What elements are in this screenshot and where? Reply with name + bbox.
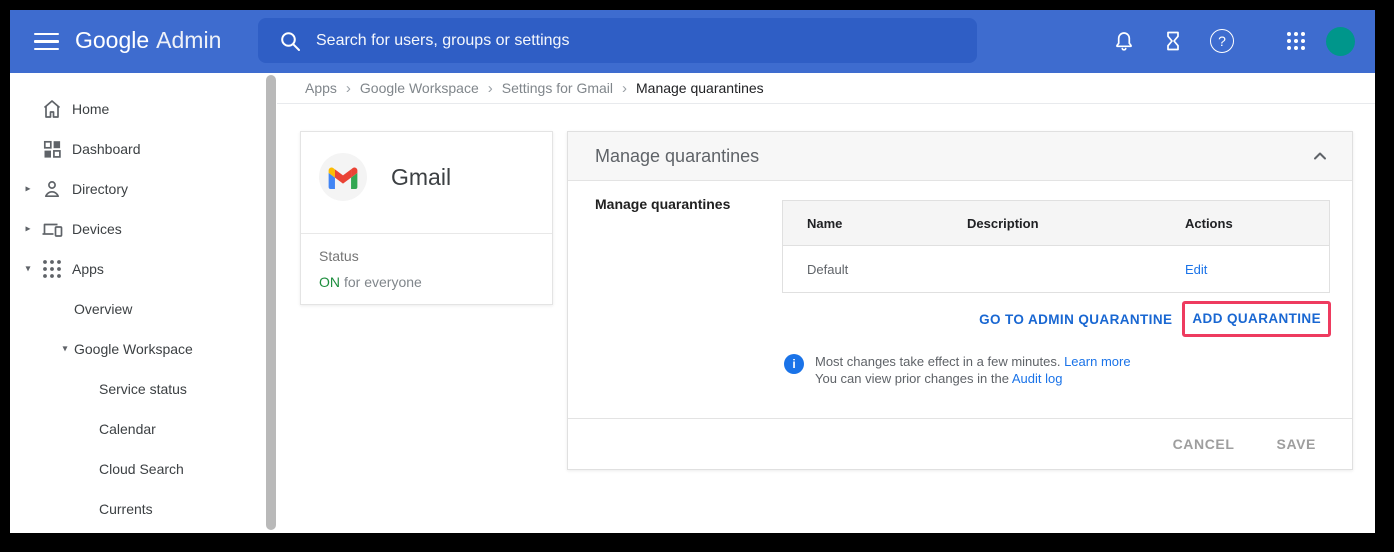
- sidebar-nav: Home Dashboard ▸ Directory ▸ Devices: [10, 73, 266, 533]
- card-divider: [301, 233, 552, 234]
- info-text: Most changes take effect in a few minute…: [815, 353, 1131, 387]
- status-on-badge: ON: [319, 274, 340, 290]
- tasks-hourglass-icon[interactable]: [1161, 29, 1185, 53]
- breadcrumb: Apps › Google Workspace › Settings for G…: [277, 73, 1375, 104]
- section-label: Manage quarantines: [595, 196, 730, 212]
- gmail-logo-icon: [319, 153, 367, 201]
- chevron-up-icon[interactable]: [1308, 144, 1332, 168]
- info-glyph: i: [792, 357, 795, 371]
- breadcrumb-current: Manage quarantines: [636, 80, 764, 96]
- panel-header[interactable]: Manage quarantines: [568, 132, 1352, 181]
- table-header-row: Name Description Actions: [783, 201, 1329, 246]
- info-line1: Most changes take effect in a few minute…: [815, 354, 1060, 369]
- sidebar-item-devices[interactable]: ▸ Devices: [10, 209, 266, 249]
- info-note: i Most changes take effect in a few minu…: [784, 353, 1131, 387]
- scrollbar-thumb[interactable]: [266, 75, 276, 530]
- sidebar-item-label: Home: [72, 101, 109, 117]
- sidebar-item-label: Service status: [99, 381, 187, 397]
- chevron-down-icon[interactable]: ▾: [59, 344, 71, 355]
- panel-body: Manage quarantines Name Description Acti…: [568, 181, 1352, 418]
- manage-quarantines-panel: Manage quarantines Manage quarantines Na…: [567, 131, 1353, 470]
- topbar: Google Admin ?: [10, 10, 1375, 73]
- sidebar-item-calendar[interactable]: Calendar: [10, 409, 266, 449]
- panel-title: Manage quarantines: [595, 146, 1308, 167]
- chevron-right-icon[interactable]: ▸: [22, 224, 34, 235]
- chevron-right-icon[interactable]: ▸: [22, 184, 34, 195]
- breadcrumb-settings-for-gmail[interactable]: Settings for Gmail: [502, 80, 613, 96]
- apps-grid-icon[interactable]: [1284, 29, 1308, 53]
- admin-console-window: Google Admin ? Home: [10, 10, 1375, 533]
- sidebar-item-label: Apps: [72, 261, 104, 277]
- home-icon: [40, 97, 64, 121]
- cancel-button[interactable]: CANCEL: [1173, 436, 1235, 452]
- chevron-right-icon: ›: [622, 80, 627, 97]
- help-glyph: ?: [1218, 33, 1226, 49]
- breadcrumb-apps[interactable]: Apps: [305, 80, 337, 96]
- panel-footer: CANCEL SAVE: [568, 418, 1352, 469]
- sidebar-item-label: Dashboard: [72, 141, 141, 157]
- status-label: Status: [319, 248, 359, 264]
- save-button[interactable]: SAVE: [1277, 436, 1317, 452]
- sidebar-item-google-workspace[interactable]: ▾ Google Workspace: [10, 329, 266, 369]
- chevron-right-icon: ›: [346, 80, 351, 97]
- gmail-service-card[interactable]: Gmail Status ONfor everyone: [300, 131, 553, 305]
- sidebar-item-label: Currents: [99, 501, 153, 517]
- devices-icon: [40, 217, 64, 241]
- column-header-actions: Actions: [1161, 216, 1331, 231]
- sidebar-item-label: Cloud Search: [99, 461, 184, 477]
- service-title: Gmail: [391, 164, 451, 191]
- learn-more-link[interactable]: Learn more: [1064, 354, 1130, 369]
- add-quarantine-highlight: ADD QUARANTINE: [1182, 301, 1331, 337]
- person-icon: [40, 177, 64, 201]
- info-icon: i: [784, 354, 804, 374]
- status-scope: for everyone: [344, 274, 422, 290]
- sidebar-item-label: Overview: [74, 301, 132, 317]
- logo-admin-text: Admin: [156, 27, 221, 53]
- sidebar-item-label: Google Workspace: [74, 341, 193, 357]
- sidebar-item-directory[interactable]: ▸ Directory: [10, 169, 266, 209]
- apps-grid-icon: [40, 257, 64, 281]
- chevron-down-icon[interactable]: ▾: [22, 264, 34, 275]
- app-logo: Google Admin: [75, 27, 221, 54]
- search-icon: [278, 29, 302, 53]
- status-value: ONfor everyone: [319, 274, 422, 290]
- go-to-admin-quarantine-button[interactable]: GO TO ADMIN QUARANTINE: [979, 312, 1172, 327]
- sidebar-item-dashboard[interactable]: Dashboard: [10, 129, 266, 169]
- breadcrumb-google-workspace[interactable]: Google Workspace: [360, 80, 479, 96]
- search-bar[interactable]: [258, 18, 977, 63]
- sidebar-item-service-status[interactable]: Service status: [10, 369, 266, 409]
- table-row: Default Edit: [783, 246, 1329, 292]
- info-line2: You can view prior changes in the: [815, 371, 1009, 386]
- notifications-bell-icon[interactable]: [1112, 29, 1136, 53]
- sidebar-item-label: Devices: [72, 221, 122, 237]
- quarantines-table: Name Description Actions Default Edit: [782, 200, 1330, 293]
- column-header-description: Description: [943, 216, 1161, 231]
- sidebar-item-apps[interactable]: ▾ Apps: [10, 249, 266, 289]
- quarantine-actions: GO TO ADMIN QUARANTINE ADD QUARANTINE: [979, 301, 1331, 337]
- sidebar-item-label: Calendar: [99, 421, 156, 437]
- dashboard-icon: [40, 137, 64, 161]
- audit-log-link[interactable]: Audit log: [1012, 371, 1063, 386]
- edit-link[interactable]: Edit: [1185, 262, 1207, 277]
- column-header-name: Name: [783, 216, 943, 231]
- add-quarantine-button[interactable]: ADD QUARANTINE: [1192, 311, 1321, 326]
- logo-google-text: Google: [75, 27, 149, 53]
- sidebar-item-currents[interactable]: Currents: [10, 489, 266, 529]
- sidebar-item-overview[interactable]: Overview: [10, 289, 266, 329]
- chevron-right-icon: ›: [488, 80, 493, 97]
- sidebar-scrollbar: [266, 73, 276, 533]
- sidebar-item-cloud-search[interactable]: Cloud Search: [10, 449, 266, 489]
- help-icon[interactable]: ?: [1210, 29, 1234, 53]
- quarantine-name: Default: [783, 262, 943, 277]
- sidebar-item-home[interactable]: Home: [10, 89, 266, 129]
- sidebar-item-label: Directory: [72, 181, 128, 197]
- menu-hamburger-icon[interactable]: [34, 29, 59, 54]
- search-input[interactable]: [316, 32, 977, 50]
- account-avatar[interactable]: [1326, 27, 1355, 56]
